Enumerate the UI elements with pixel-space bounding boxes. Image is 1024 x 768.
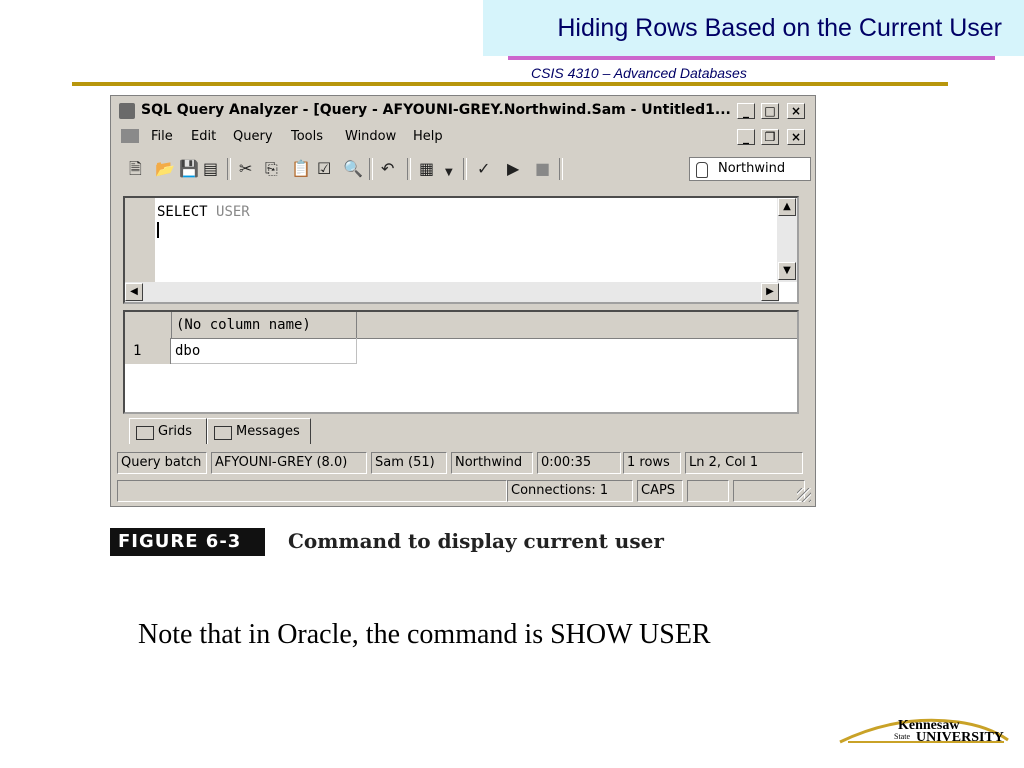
tab-messages-label: Messages — [236, 424, 300, 439]
status-user: Sam (51) — [371, 452, 447, 474]
document-icon — [121, 129, 139, 143]
keyword-select: SELECT — [157, 204, 208, 220]
horizontal-scrollbar[interactable]: ◀ ▶ — [125, 282, 779, 302]
status-rows: 1 rows — [623, 452, 681, 474]
undo-icon[interactable]: ↶ — [381, 160, 394, 178]
save-icon[interactable]: 💾 — [179, 160, 199, 178]
slide-subtitle: CSIS 4310 – Advanced Databases — [531, 65, 747, 81]
figure-label: FIGURE 6-3 — [118, 531, 242, 552]
status-query-batch: Query batch — [117, 452, 207, 474]
text-caret — [157, 222, 159, 238]
editor-gutter — [125, 198, 155, 282]
menu-file[interactable]: File — [151, 129, 173, 144]
logo-line2: State — [894, 732, 910, 741]
status-connections: Connections: 1 — [507, 480, 633, 502]
row-number[interactable]: 1 — [125, 338, 171, 364]
toolbar-separator — [463, 158, 467, 180]
query-editor[interactable]: SELECT USER ▲ ▼ ◀ ▶ — [123, 196, 799, 304]
query-text: SELECT USER — [157, 204, 250, 220]
paste-icon[interactable]: 📋 — [291, 160, 311, 178]
status-ovr — [733, 480, 805, 502]
database-name: Northwind — [718, 161, 786, 176]
tab-messages[interactable]: Messages — [207, 418, 311, 444]
note-text: Note that in Oracle, the command is SHOW… — [138, 619, 711, 650]
status-server: AFYOUNI-GREY (8.0) — [211, 452, 367, 474]
toolbar-separator — [369, 158, 373, 180]
messages-tab-icon — [214, 426, 232, 440]
tab-grids-label: Grids — [158, 424, 193, 439]
database-select[interactable]: Northwind — [689, 157, 811, 181]
minimize-button[interactable]: _ — [737, 103, 755, 119]
menu-edit[interactable]: Edit — [191, 129, 216, 144]
logo-line3: UNIVERSITY — [916, 730, 1004, 745]
figure-caption: Command to display current user — [288, 529, 664, 553]
scroll-up-button[interactable]: ▲ — [778, 198, 796, 216]
vertical-scrollbar[interactable]: ▲ ▼ — [777, 198, 797, 282]
app-icon — [119, 103, 135, 119]
result-cell[interactable]: dbo — [171, 338, 357, 364]
divider-line — [72, 82, 948, 86]
menu-query[interactable]: Query — [233, 129, 273, 144]
column-header[interactable]: (No column name) — [171, 312, 357, 338]
query-analyzer-screenshot: SQL Query Analyzer - [Query - AFYOUNI-GR… — [110, 95, 816, 507]
title-box: Hiding Rows Based on the Current User — [483, 0, 1024, 56]
figure-badge: FIGURE 6-3 — [110, 528, 265, 556]
new-query-icon[interactable]: 🗎 — [129, 160, 142, 178]
menubar: File Edit Query Tools Window Help _ ❐ × — [115, 126, 811, 148]
stop-icon[interactable]: ■ — [535, 160, 550, 178]
find-icon[interactable]: 🔍 — [343, 160, 363, 178]
doc-close-button[interactable]: × — [787, 129, 805, 145]
scroll-left-button[interactable]: ◀ — [125, 283, 143, 301]
toolbar-separator — [559, 158, 563, 180]
check-icon[interactable]: ✓ — [477, 160, 490, 178]
doc-restore-button[interactable]: ❐ — [761, 129, 779, 145]
window-title: SQL Query Analyzer - [Query - AFYOUNI-GR… — [141, 102, 731, 118]
status-elapsed: 0:00:35 — [537, 452, 621, 474]
status-caps: CAPS — [637, 480, 683, 502]
scroll-right-button[interactable]: ▶ — [761, 283, 779, 301]
scroll-down-button[interactable]: ▼ — [778, 262, 796, 280]
database-icon — [696, 162, 708, 178]
cut-icon[interactable]: ✂ — [239, 160, 252, 178]
menu-window[interactable]: Window — [345, 129, 396, 144]
window-titlebar: SQL Query Analyzer - [Query - AFYOUNI-GR… — [115, 100, 811, 122]
university-logo: Kennesaw State UNIVERSITY — [838, 712, 1014, 752]
grid-icon[interactable]: ▦ — [419, 160, 434, 178]
doc-minimize-button[interactable]: _ — [737, 129, 755, 145]
menu-help[interactable]: Help — [413, 129, 443, 144]
results-grid: (No column name) 1 dbo — [123, 310, 799, 414]
resize-grip[interactable] — [797, 488, 811, 502]
grid-tab-icon — [136, 426, 154, 440]
toolbar-separator — [227, 158, 231, 180]
status-position: Ln 2, Col 1 — [685, 452, 803, 474]
menu-tools[interactable]: Tools — [291, 129, 323, 144]
copy-icon[interactable]: ⎘ — [265, 160, 278, 178]
status-num — [687, 480, 729, 502]
tab-grids[interactable]: Grids — [129, 418, 207, 444]
maximize-button[interactable]: □ — [761, 103, 779, 119]
close-button[interactable]: × — [787, 103, 805, 119]
open-icon[interactable]: 📂 — [155, 160, 175, 178]
load-script-icon[interactable]: ▤ — [203, 160, 218, 178]
keyword-user: USER — [216, 204, 250, 220]
run-icon[interactable]: ▶ — [507, 160, 519, 178]
clear-icon[interactable]: ☑ — [317, 160, 331, 178]
toolbar-separator — [407, 158, 411, 180]
chevron-down-icon[interactable]: ▼ — [445, 164, 453, 182]
title-underline — [508, 56, 995, 60]
slide-title: Hiding Rows Based on the Current User — [557, 14, 1002, 42]
status-database: Northwind — [451, 452, 533, 474]
status-empty — [117, 480, 507, 502]
toolbar: 🗎 📂 💾 ▤ ✂ ⎘ 📋 ☑ 🔍 ↶ ▦ ▼ ✓ ▶ ■ Northwind — [119, 154, 811, 184]
